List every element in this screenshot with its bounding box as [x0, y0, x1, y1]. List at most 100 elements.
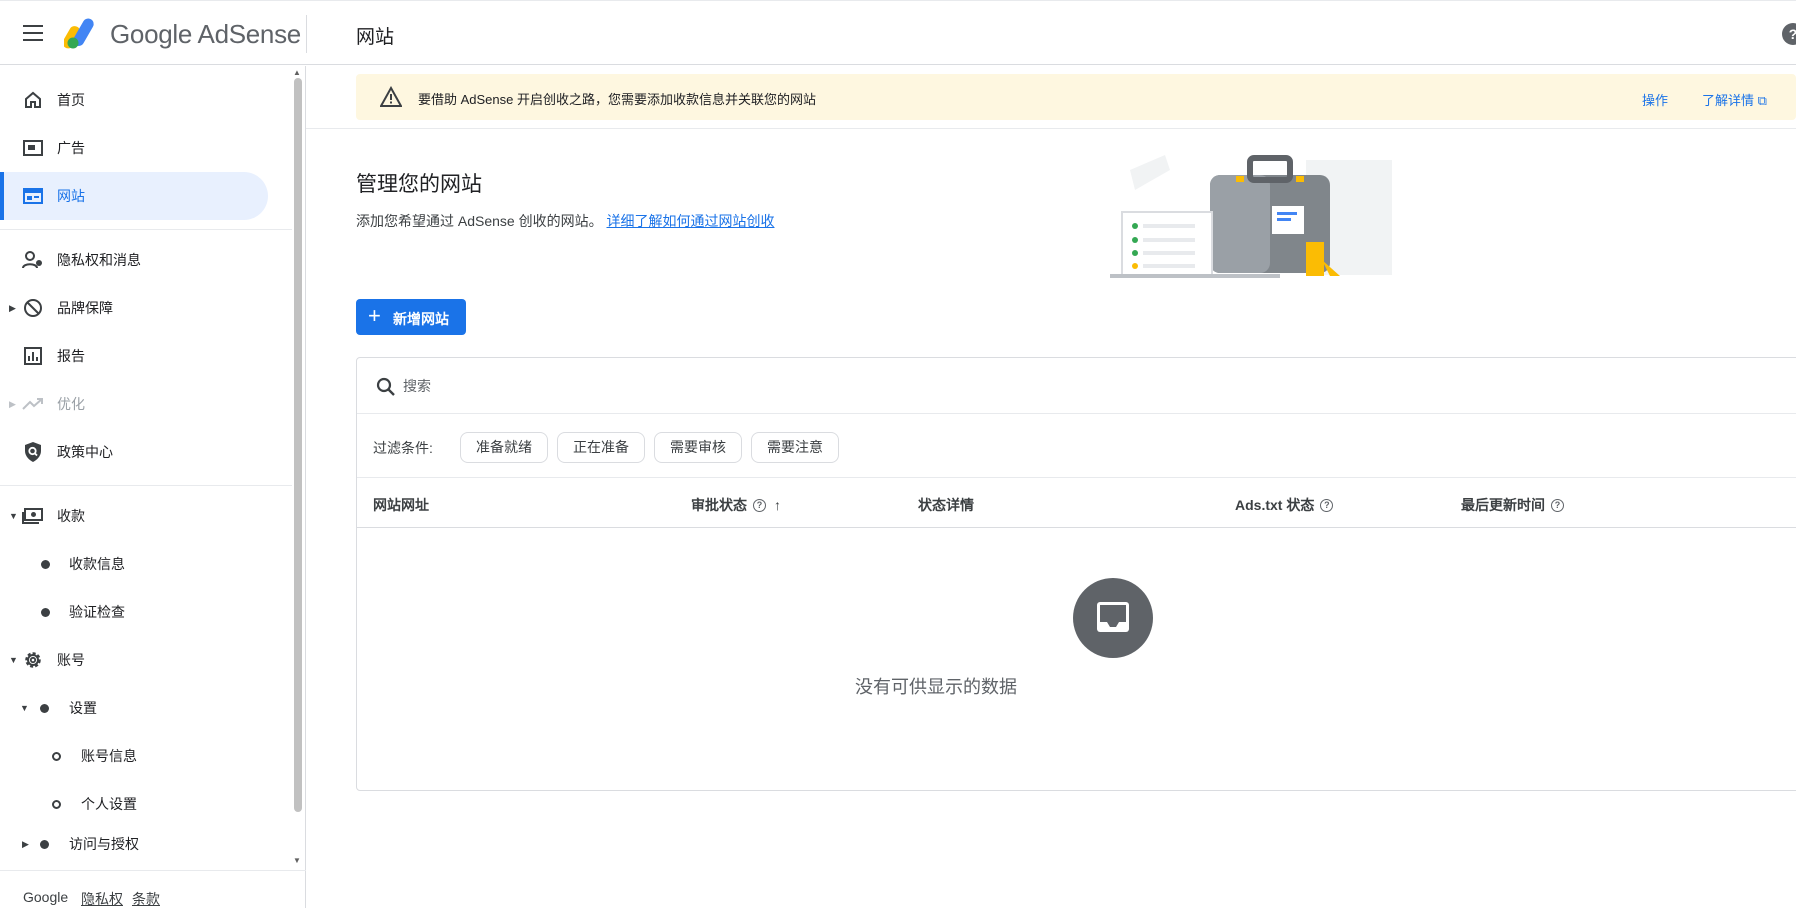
sidebar-item-label: 报告: [57, 348, 85, 364]
sort-ascending-icon[interactable]: ↑: [774, 497, 781, 513]
sidebar-item-verification[interactable]: 验证检查: [0, 588, 268, 636]
sidebar-item-label: 首页: [57, 92, 85, 108]
expand-caret-icon[interactable]: ▶: [9, 303, 16, 314]
sidebar-item-optimize[interactable]: ▶ 优化: [0, 380, 268, 428]
empty-state-text: 没有可供显示的数据: [855, 677, 1017, 697]
sidebar-item-payment-info[interactable]: 收款信息: [0, 540, 268, 588]
sidebar-item-label: 访问与授权: [69, 836, 139, 852]
bullet-outline-icon: [52, 799, 61, 809]
sidebar-item-account[interactable]: ▼ 账号: [0, 636, 268, 684]
banner-action-link[interactable]: 操作: [1642, 90, 1668, 109]
column-label: 最后更新时间: [1461, 497, 1545, 513]
warning-banner: 要借助 AdSense 开启创收之路，您需要添加收款信息并关联您的网站 操作 了…: [356, 74, 1796, 120]
page-heading: 管理您的网站: [356, 173, 482, 196]
learn-more-sites-link[interactable]: 详细了解如何通过网站创收: [607, 213, 775, 229]
bullet-icon: [41, 607, 50, 617]
sidebar-item-home[interactable]: 首页: [0, 76, 268, 124]
column-label: 状态详情: [918, 497, 974, 513]
privacy-icon: [22, 249, 44, 271]
sidebar-item-brand-safety[interactable]: ▶ 品牌保障: [0, 284, 268, 332]
filter-row: 过滤条件: 准备就绪 正在准备 需要审核 需要注意: [357, 414, 1796, 478]
sidebar-item-label: 个人设置: [81, 796, 137, 812]
sidebar-item-account-info[interactable]: 账号信息: [0, 732, 268, 780]
sidebar-item-policy-center[interactable]: 政策中心: [0, 428, 268, 476]
search-row: [357, 358, 1796, 414]
sites-icon: [22, 185, 44, 207]
adsense-logo: [64, 18, 94, 49]
table-header-row: 网站网址 审批状态? ↑ 状态详情 Ads.txt 状态? 最后更新时间?: [357, 478, 1796, 528]
sites-illustration: [1110, 155, 1392, 278]
column-header-last-updated[interactable]: 最后更新时间?: [1461, 495, 1564, 515]
collapse-caret-icon[interactable]: ▼: [9, 511, 18, 521]
search-input[interactable]: [403, 372, 1203, 400]
column-header-site-url[interactable]: 网站网址: [373, 495, 429, 515]
brand-name: Google AdSense: [110, 19, 301, 49]
top-app-bar: Google AdSense 网站 ?: [0, 0, 1796, 65]
column-header-ads-txt[interactable]: Ads.txt 状态?: [1235, 495, 1334, 515]
help-icon[interactable]: ?: [1782, 23, 1796, 45]
sidebar-divider: [0, 229, 292, 230]
sidebar-item-label: 收款: [57, 508, 85, 524]
footer-privacy-link[interactable]: 隐私权: [81, 889, 123, 909]
add-site-label: 新增网站: [393, 311, 449, 327]
sidebar-item-privacy[interactable]: 隐私权和消息: [0, 236, 268, 284]
column-label: 网站网址: [373, 497, 429, 513]
sidebar-item-label: 隐私权和消息: [57, 252, 141, 268]
policy-icon: [22, 441, 44, 463]
sidebar-item-label: 优化: [57, 396, 85, 412]
sidebar-item-payments[interactable]: ▼ 收款: [0, 492, 268, 540]
column-label: 审批状态: [691, 497, 747, 513]
main-divider: [306, 128, 1796, 129]
header-divider: [306, 15, 307, 53]
column-header-status-details[interactable]: 状态详情: [918, 495, 974, 515]
menu-icon[interactable]: [18, 20, 48, 48]
sidebar-item-sites[interactable]: 网站: [0, 172, 268, 220]
help-icon[interactable]: ?: [1551, 498, 1564, 512]
sidebar-item-access[interactable]: ▶ 访问与授权: [0, 824, 268, 864]
open-in-new-icon: ⧉: [1757, 93, 1767, 108]
filter-chip-ready[interactable]: 准备就绪: [460, 432, 548, 463]
sidebar-item-settings[interactable]: ▼ 设置: [0, 684, 268, 732]
sidebar-footer: Google 隐私权 条款: [0, 870, 306, 908]
inbox-icon: [1073, 578, 1153, 658]
gear-icon: [22, 649, 44, 671]
optimize-icon: [22, 393, 44, 415]
sidebar-item-label: 账号: [57, 652, 85, 668]
banner-learn-more-link[interactable]: 了解详情 ⧉: [1702, 90, 1767, 109]
plus-icon: +: [368, 303, 381, 328]
warning-icon: [380, 86, 402, 107]
sidebar-item-label: 收款信息: [69, 556, 125, 572]
block-icon: [22, 297, 44, 319]
description-text: 添加您希望通过 AdSense 创收的网站。: [356, 213, 603, 229]
help-icon[interactable]: ?: [753, 498, 766, 512]
collapse-caret-icon[interactable]: ▼: [9, 655, 18, 665]
page-description: 添加您希望通过 AdSense 创收的网站。 详细了解如何通过网站创收: [356, 211, 775, 231]
sidebar-item-reports[interactable]: 报告: [0, 332, 268, 380]
filter-chip-preparing[interactable]: 正在准备: [557, 432, 645, 463]
scroll-up-arrow-icon[interactable]: ▲: [293, 68, 301, 77]
sidebar-divider: [0, 485, 292, 486]
add-site-button[interactable]: + 新增网站: [356, 299, 466, 335]
sidebar-item-label: 设置: [69, 700, 97, 716]
collapse-caret-icon[interactable]: ▼: [20, 703, 29, 713]
footer-terms-link[interactable]: 条款: [132, 889, 160, 909]
sidebar: 首页 广告 网站 隐私权和消息 ▶ 品牌保障 报告 ▶ 优化 政策中心 ▼ 收款…: [0, 66, 306, 908]
filter-chip-needs-attention[interactable]: 需要注意: [751, 432, 839, 463]
scroll-down-arrow-icon[interactable]: ▼: [293, 856, 301, 865]
payments-icon: [22, 505, 44, 527]
reports-icon: [22, 345, 44, 367]
sidebar-item-label: 政策中心: [57, 444, 113, 460]
filter-label: 过滤条件:: [373, 440, 433, 456]
sidebar-scrollbar[interactable]: [294, 78, 302, 812]
sidebar-item-label: 账号信息: [81, 748, 137, 764]
help-icon[interactable]: ?: [1320, 498, 1334, 512]
filter-chip-needs-review[interactable]: 需要审核: [654, 432, 742, 463]
search-icon: [376, 377, 395, 396]
expand-caret-icon[interactable]: ▶: [22, 839, 29, 850]
column-header-approval-status[interactable]: 审批状态? ↑: [691, 495, 781, 515]
sidebar-item-personal-settings[interactable]: 个人设置: [0, 780, 268, 828]
expand-caret-icon[interactable]: ▶: [9, 399, 16, 410]
sites-table-card: 过滤条件: 准备就绪 正在准备 需要审核 需要注意 网站网址 审批状态? ↑ 状态…: [356, 357, 1796, 791]
sidebar-item-ads[interactable]: 广告: [0, 124, 268, 172]
sidebar-item-label: 验证检查: [69, 604, 125, 620]
